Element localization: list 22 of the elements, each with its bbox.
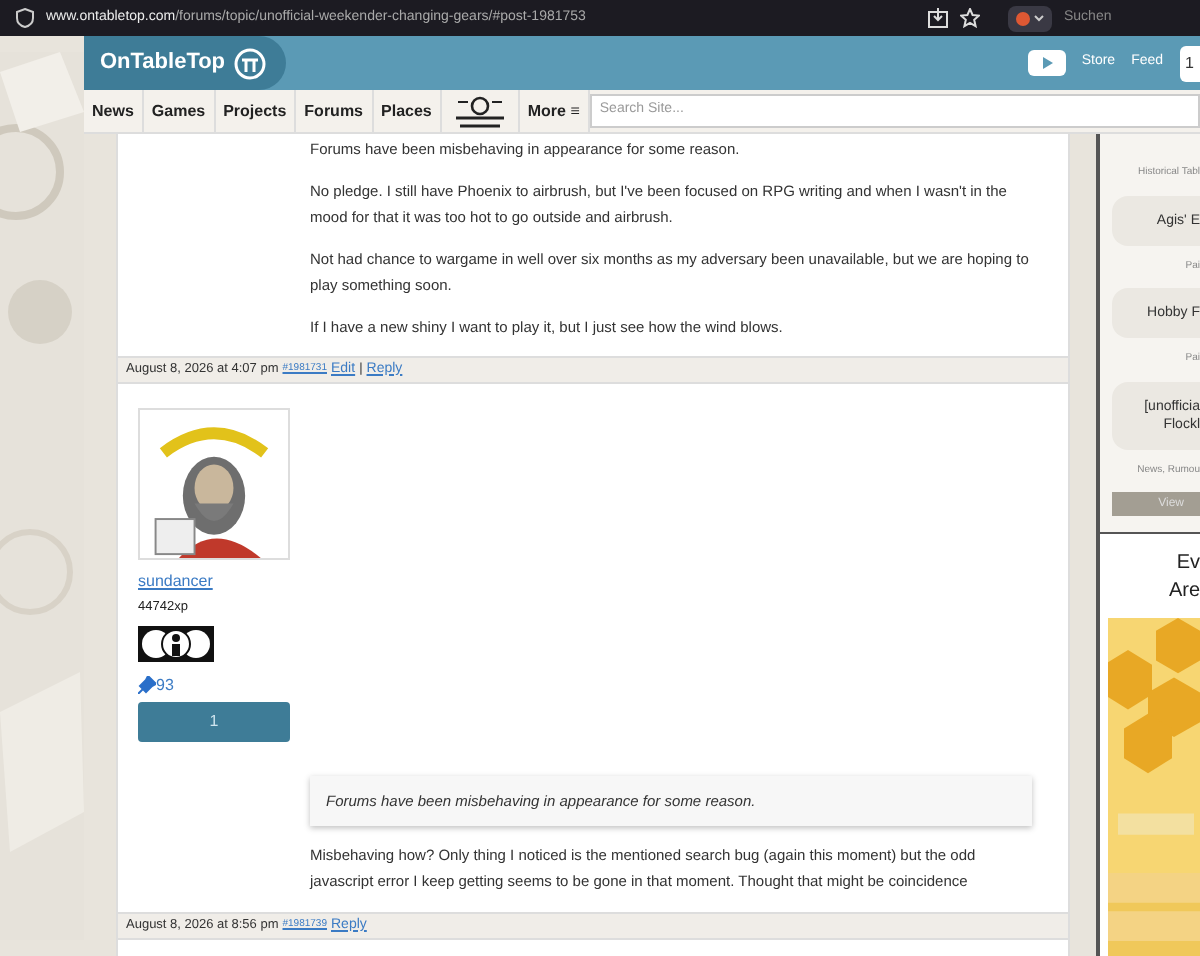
shield-icon — [16, 8, 34, 28]
search-engine-button[interactable] — [1008, 5, 1052, 31]
pin-count: 93 — [156, 673, 174, 698]
pin-icon — [138, 676, 156, 695]
logo-icon — [451, 93, 508, 129]
download-icon[interactable] — [928, 8, 948, 28]
site-logo[interactable]: OnTableTop — [100, 46, 226, 80]
nav-tab[interactable]: Forums — [296, 90, 374, 132]
notification-count[interactable]: 1 — [1179, 45, 1200, 81]
sidebar-heading: Are — [1168, 578, 1200, 606]
logo-icon — [233, 47, 266, 79]
sidebar-heading: Ev — [1176, 550, 1200, 578]
nav-tab[interactable]: Projects — [215, 90, 297, 132]
youtube-icon[interactable] — [1027, 50, 1066, 76]
star-icon[interactable] — [960, 8, 980, 28]
badge-icon — [138, 625, 214, 662]
vote-button[interactable]: 1 — [138, 701, 290, 742]
author-link[interactable]: sundancer — [138, 570, 310, 594]
chevron-icon — [1034, 14, 1044, 22]
nav-tab[interactable]: Places — [373, 90, 442, 132]
nav-tab[interactable]: Games — [143, 90, 216, 132]
nav-tab[interactable]: News — [84, 90, 144, 132]
